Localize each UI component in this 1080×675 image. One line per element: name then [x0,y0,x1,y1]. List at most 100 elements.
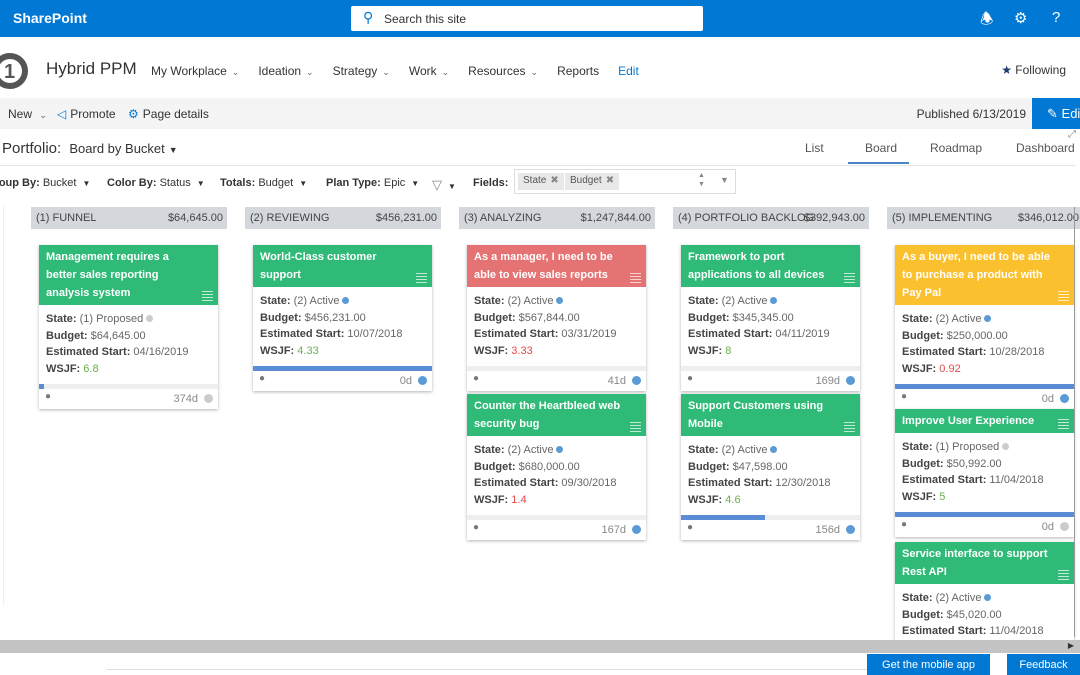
edit-button[interactable]: ✎ Edit [1032,98,1080,129]
card-title[interactable]: Service interface to support Rest API [895,542,1074,584]
card-field-start: Estimated Start: 11/04/2018 [902,472,1067,489]
column-header[interactable]: (5) IMPLEMENTING $346,012.00 [887,207,1080,229]
tab-board[interactable]: Board [865,141,897,155]
get-mobile-app-button[interactable]: Get the mobile app [867,654,990,675]
tab-list[interactable]: List [805,141,824,155]
feedback-button[interactable]: Feedback [1007,654,1080,675]
work-item-card[interactable]: Counter the Heartbleed web security bug S… [467,394,646,540]
scroll-spinner[interactable]: ▲ ▼ [698,171,705,189]
work-item-card[interactable]: As a buyer, I need to be able to purchas… [895,245,1074,409]
card-title[interactable]: Counter the Heartbleed web security bug [467,394,646,436]
promote-button[interactable]: ◁ Promote [57,107,116,121]
card-title[interactable]: Management requires a better sales repor… [39,245,218,305]
field-label: Estimated Start: [688,328,773,340]
menu-icon[interactable] [1058,570,1069,582]
following-button[interactable]: ★ Following [1001,63,1066,77]
filter-button[interactable]: ▽ ▼ [432,177,456,193]
card-field-start: Estimated Start: 04/11/2019 [688,326,853,343]
card-title[interactable]: Framework to port applications to all de… [681,245,860,287]
caret-down-icon[interactable]: ▼ [720,175,729,185]
card-field-start: Estimated Start: 10/28/2018 [902,344,1067,361]
card-title[interactable]: Support Customers using Mobile [681,394,860,436]
fields-selector[interactable]: State ✖ Budget ✖ ▲ ▼ ▼ [514,169,736,194]
gear-icon[interactable]: ⚙ [1014,9,1027,27]
site-title[interactable]: Hybrid PPM [46,59,137,79]
comment-icon[interactable]: ● [473,373,479,384]
remove-icon[interactable]: ✖ [550,175,558,186]
totals-dropdown[interactable]: Totals: Budget ▼ [220,177,307,189]
nav-item-strategy[interactable]: Strategy ⌄ [333,64,390,78]
published-status: Published 6/13/2019 [916,107,1026,121]
pencil-icon: ✎ [1047,106,1058,121]
column-header[interactable]: (4) PORTFOLIO BACKLOG $392,943.00 [673,207,869,229]
nav-item-edit[interactable]: Edit [618,64,639,78]
nav-item-ideation[interactable]: Ideation ⌄ [258,64,313,78]
view-selector[interactable]: Board by Bucket ▼ [69,141,177,156]
card-title-text: Support Customers using Mobile [688,400,824,430]
sharepoint-brand[interactable]: SharePoint [13,10,87,26]
card-title[interactable]: World-Class customer support [253,245,432,287]
column-total: $1,247,844.00 [580,212,651,224]
plan-type-dropdown[interactable]: Plan Type: Epic ▼ [326,177,419,189]
comment-icon[interactable]: ● [45,391,51,402]
comment-icon[interactable]: ● [259,373,265,384]
field-label: WSJF: [688,344,723,357]
nav-item-work[interactable]: Work ⌄ [409,64,449,78]
expand-icon[interactable]: ⤢ [1068,129,1076,140]
menu-icon[interactable] [630,273,641,285]
column-header[interactable]: (1) FUNNEL $64,645.00 [31,207,227,229]
work-item-card[interactable]: Framework to port applications to all de… [681,245,860,391]
comment-icon[interactable]: ● [473,522,479,533]
work-item-card[interactable]: World-Class customer support State: (2) A… [253,245,432,391]
scroll-right-icon[interactable]: ▶ [1068,641,1074,650]
card-title[interactable]: Improve User Experience [895,409,1074,433]
work-item-card[interactable]: As a manager, I need to be able to view … [467,245,646,391]
group-by-dropdown[interactable]: Group By: Bucket▼ [0,177,90,189]
chevron-down-icon: ⌄ [530,67,539,77]
status-dot-icon [1060,522,1069,531]
search-placeholder[interactable]: Search this site [384,12,466,26]
bell-icon[interactable]: 🕭 [980,9,993,34]
color-by-dropdown[interactable]: Color By: Status ▼ [107,177,205,189]
star-icon: ★ [1001,63,1012,77]
work-item-card[interactable]: Support Customers using Mobile State: (2)… [681,394,860,540]
comment-icon[interactable]: ● [687,373,693,384]
menu-icon[interactable] [416,273,427,285]
nav-item-resources[interactable]: Resources ⌄ [468,64,538,78]
comment-icon[interactable]: ● [901,391,907,402]
horizontal-scrollbar[interactable]: ▶ [0,640,1080,653]
field-value: $345,345.00 [732,311,794,324]
menu-icon[interactable] [630,422,641,434]
card-title[interactable]: As a buyer, I need to be able to purchas… [895,245,1074,305]
status-dot-icon [846,376,855,385]
field-value: (1) Proposed [935,441,1000,453]
menu-icon[interactable] [1058,419,1069,431]
work-item-card[interactable]: Improve User Experience State: (1) Propos… [895,409,1074,537]
nav-item-reports[interactable]: Reports [557,64,599,78]
comment-icon[interactable]: ● [687,522,693,533]
card-field-budget: Budget: $680,000.00 [474,459,639,476]
menu-icon[interactable] [202,291,213,303]
menu-icon[interactable] [1058,291,1069,303]
work-item-card[interactable]: Service interface to support Rest API Sta… [895,542,1074,644]
work-item-card[interactable]: Management requires a better sales repor… [39,245,218,409]
tab-roadmap[interactable]: Roadmap [930,141,982,155]
tab-dashboard[interactable]: Dashboard [1016,141,1075,155]
column-header[interactable]: (3) ANALYZING $1,247,844.00 [459,207,655,229]
caret-down-icon: ▼ [299,179,308,188]
column-header[interactable]: (2) REVIEWING $456,231.00 [245,207,441,229]
new-button[interactable]: New ⌄ [8,107,47,121]
card-field-state: State: (2) Active [902,590,1067,607]
card-title[interactable]: As a manager, I need to be able to view … [467,245,646,287]
help-icon[interactable]: ? [1052,9,1060,26]
page-details-button[interactable]: ⚙ Page details [128,107,209,121]
site-logo[interactable]: 1 [0,53,28,89]
search-box[interactable]: ⚲ Search this site [351,6,703,31]
field-value: 6.8 [83,362,99,375]
comment-icon[interactable]: ● [901,519,907,530]
menu-icon[interactable] [844,422,855,434]
nav-item-my-workplace[interactable]: My Workplace ⌄ [151,64,239,78]
card-footer: ● 41d [467,371,646,391]
menu-icon[interactable] [844,273,855,285]
remove-icon[interactable]: ✖ [606,175,614,186]
